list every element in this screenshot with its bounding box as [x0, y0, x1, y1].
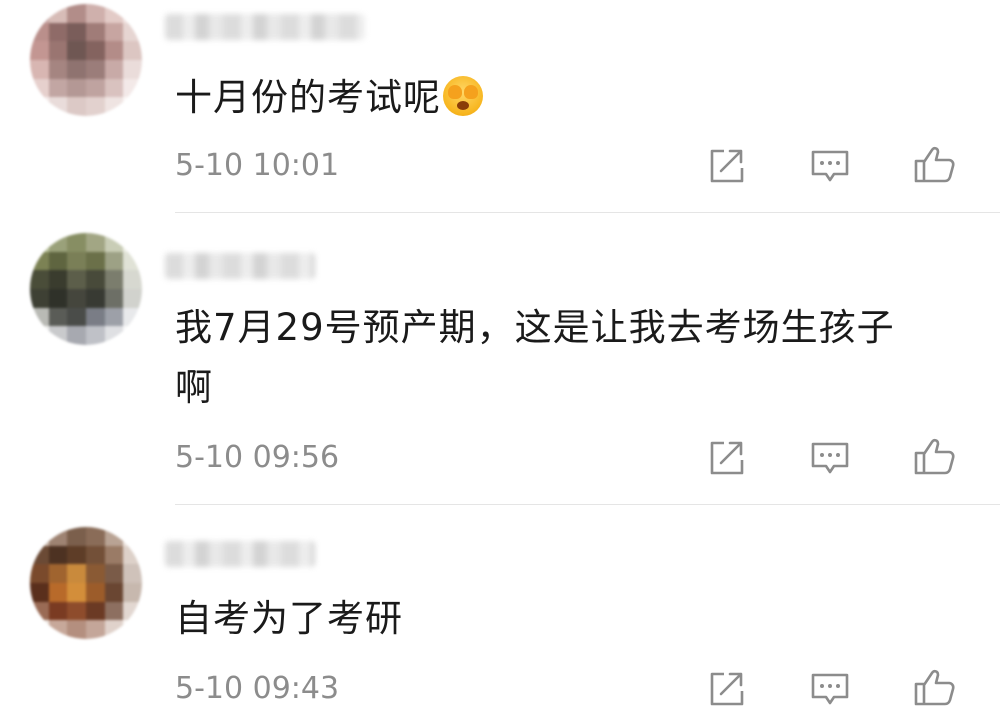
share-button[interactable] [704, 436, 748, 480]
like-button[interactable] [912, 665, 956, 709]
comment-timestamp: 5-10 09:43 [175, 671, 340, 706]
comment-item: 我7月29号预产期，这是让我去考场生孩子 啊 5-10 09:56 [0, 213, 1000, 504]
comment-text: 十月份的考试呢 [175, 68, 965, 128]
comment-timestamp: 5-10 09:56 [175, 440, 340, 475]
share-icon [710, 149, 744, 183]
comment-text-line: 我7月29号预产期，这是让我去考场生孩子 [175, 306, 895, 349]
comment-timestamp: 5-10 10:01 [175, 148, 340, 183]
username-blurred[interactable] [165, 253, 315, 279]
comment-item: 自考为了考研 5-10 09:43 [0, 505, 1000, 715]
reply-icon [811, 442, 849, 474]
username-blurred[interactable] [165, 541, 315, 567]
reply-icon [811, 150, 849, 182]
avatar[interactable] [30, 527, 142, 639]
like-button[interactable] [912, 434, 956, 478]
comment-text-line: 啊 [175, 366, 213, 409]
share-button[interactable] [704, 667, 748, 711]
comment-text: 我7月29号预产期，这是让我去考场生孩子 啊 [175, 298, 965, 418]
reply-button[interactable] [808, 436, 852, 480]
thumbs-up-icon [914, 438, 955, 475]
username-blurred[interactable] [165, 14, 365, 40]
thumbs-up-icon [914, 146, 955, 183]
face-covering-eyes-emoji [443, 76, 483, 116]
reply-icon [811, 673, 849, 705]
share-icon [710, 672, 744, 706]
comment-text: 自考为了考研 [175, 597, 403, 640]
reply-button[interactable] [808, 667, 852, 711]
reply-button[interactable] [808, 144, 852, 188]
like-button[interactable] [912, 142, 956, 186]
share-icon [710, 441, 744, 475]
share-button[interactable] [704, 144, 748, 188]
avatar[interactable] [30, 233, 142, 345]
thumbs-up-icon [914, 669, 955, 706]
comment-item: 十月份的考试呢 5-10 10:01 [0, 0, 1000, 212]
avatar[interactable] [30, 4, 142, 116]
